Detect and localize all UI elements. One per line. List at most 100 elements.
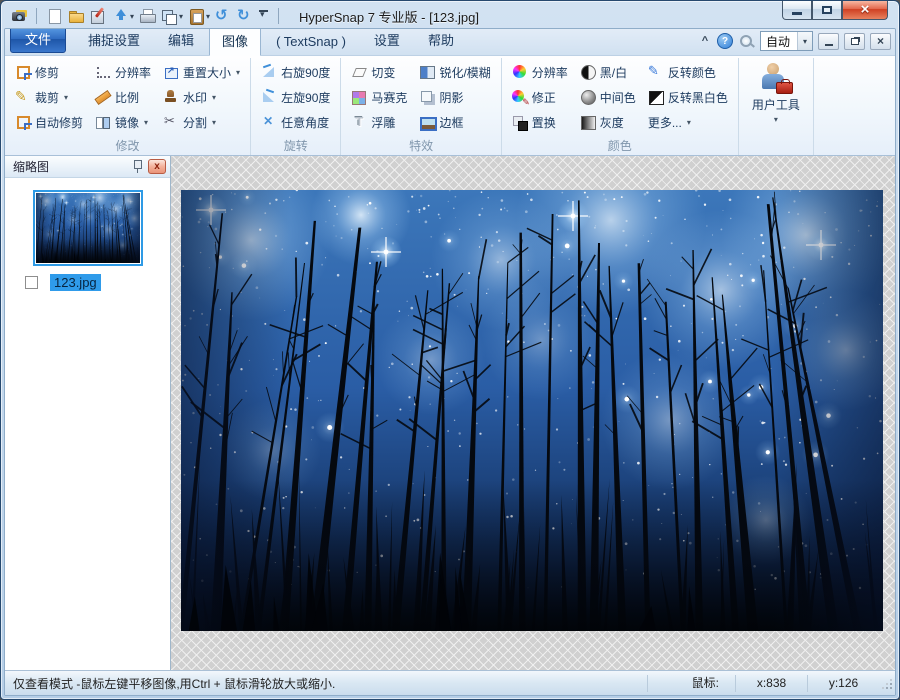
print-icon[interactable] [138,7,156,25]
tab-file[interactable]: 文件 [10,28,66,53]
toolbar-separator [36,8,37,24]
invert-colors-button[interactable]: 反转颜色 [643,60,733,84]
button-label: 切变 [371,64,395,81]
rotate-left-90-button[interactable]: 左旋90度 [256,85,335,109]
pin-icon[interactable] [130,159,144,174]
sharpen-blur-button[interactable]: 锐化/模糊 [414,60,495,84]
user-tools-button[interactable]: 用户工具 ▾ [744,60,808,125]
close-button[interactable] [842,1,888,20]
quick-access-toolbar: ▾ ▾ ▾ [10,7,283,25]
tab-edit[interactable]: 编辑 [155,28,207,55]
button-label: 自动修剪 [35,114,83,131]
auto-trim-button[interactable]: 自动修剪 [10,110,88,134]
window-controls [782,1,888,20]
chevron-down-icon: ▾ [144,118,148,127]
file-checkbox[interactable] [25,276,38,289]
ribbon-group-user-tools: 用户工具 ▾ [739,58,814,155]
mosaic-button[interactable]: 马赛克 [346,85,412,109]
tab-capture-settings[interactable]: 捕捉设置 [75,28,153,55]
resize-icon [163,64,179,80]
help-icon[interactable]: ? [717,33,733,49]
user-tools-icon [759,63,793,94]
minimize-button[interactable] [782,1,812,20]
save-icon[interactable] [89,7,107,25]
button-label: 修剪 [35,64,59,81]
resize-button[interactable]: 重置大小▾ [158,60,245,84]
document-restore-button[interactable] [844,33,865,50]
shadow-button[interactable]: 阴影 [414,85,495,109]
ribbon-group-effects: 切变 马赛克 浮雕 锐化/模糊 阴影 边框 特效 [341,58,501,155]
any-angle-button[interactable]: 任意角度 [256,110,335,134]
black-white-button[interactable]: 黑/白 [575,60,641,84]
app-logo-icon[interactable] [10,7,28,25]
tab-textsnap[interactable]: ( TextSnap ) [263,29,359,55]
emboss-icon [351,114,367,130]
photo-image[interactable] [181,190,883,631]
maximize-button[interactable] [812,1,842,20]
button-label: 水印 [183,89,207,106]
thumbnail-image[interactable] [33,190,143,266]
document-close-button[interactable] [870,33,891,50]
collapse-ribbon-icon[interactable]: ^ [698,35,712,47]
more-colors-button[interactable]: 更多...▾ [643,110,733,134]
cut-button[interactable]: 裁剪▾ [10,85,88,109]
button-label: 边框 [439,114,463,131]
resolution-button[interactable]: 分辨率 [90,60,156,84]
panel-close-button[interactable] [148,159,166,174]
chevron-down-icon[interactable]: ▾ [797,32,812,50]
resolution-icon [95,64,111,80]
export-button[interactable]: ▾ [111,7,134,25]
maximize-icon [822,6,832,14]
replace-color-button[interactable]: 置换 [507,110,573,134]
color-correct-button[interactable]: 修正 [507,85,573,109]
emboss-button[interactable]: 浮雕 [346,110,412,134]
open-file-icon[interactable] [67,7,85,25]
customize-toolbar-icon[interactable] [258,7,270,25]
paste-button[interactable]: ▾ [187,7,210,25]
ribbon-group-modify: 修剪 裁剪▾ 自动修剪 分辨率 比例 镜像▾ 重置大小▾ 水印▾ 分割▾ 修改 [5,58,251,155]
button-label: 反转黑白色 [668,89,728,106]
ribbon: 修剪 裁剪▾ 自动修剪 分辨率 比例 镜像▾ 重置大小▾ 水印▾ 分割▾ 修改 … [5,56,895,156]
scissors-icon [163,114,179,130]
mirror-icon [95,114,111,130]
redo-icon[interactable] [236,7,254,25]
image-canvas[interactable] [171,156,895,670]
watermark-button[interactable]: 水印▾ [158,85,245,109]
button-label: 灰度 [600,114,624,131]
ratio-button[interactable]: 比例 [90,85,156,109]
trim-button[interactable]: 修剪 [10,60,88,84]
zoom-mode-select[interactable]: 自动 ▾ [760,31,813,51]
undo-icon[interactable] [214,7,232,25]
tab-help[interactable]: 帮助 [415,28,467,55]
magnifier-icon[interactable] [738,33,755,50]
resize-grip[interactable] [879,674,895,692]
file-name-label[interactable]: 123.jpg [50,274,101,291]
invert-bw-button[interactable]: 反转黑白色 [643,85,733,109]
crop-icon [15,64,31,80]
button-label: 分辨率 [115,64,151,81]
shadow-icon [419,89,435,105]
main-content: 缩略图 123.jpg [5,156,895,670]
border-icon [419,114,435,130]
status-mode-text: 仅查看模式 -鼠标左键平移图像,用Ctrl + 鼠标滑轮放大或缩小. [5,675,647,692]
app-body: 文件 捕捉设置 编辑 图像 ( TextSnap ) 设置 帮助 ^ ? 自动 … [4,28,896,696]
rotate-right-90-button[interactable]: 右旋90度 [256,60,335,84]
window-title: HyperSnap 7 专业版 - [123.jpg] [299,7,479,26]
new-file-icon[interactable] [45,7,63,25]
document-minimize-button[interactable] [818,33,839,50]
chevron-down-icon: ▾ [774,115,778,124]
grayscale-button[interactable]: 灰度 [575,110,641,134]
split-button[interactable]: 分割▾ [158,110,245,134]
border-button[interactable]: 边框 [414,110,495,134]
zoom-mode-value: 自动 [761,33,797,50]
midtone-button[interactable]: 中间色 [575,85,641,109]
restore-icon [851,38,859,45]
mirror-button[interactable]: 镜像▾ [90,110,156,134]
pencil-icon [15,89,31,105]
color-resolution-button[interactable]: 分辨率 [507,60,573,84]
tab-image[interactable]: 图像 [209,28,261,56]
copy-button[interactable]: ▾ [160,7,183,25]
group-label-effects: 特效 [346,138,495,155]
tab-settings[interactable]: 设置 [361,28,413,55]
shear-button[interactable]: 切变 [346,60,412,84]
